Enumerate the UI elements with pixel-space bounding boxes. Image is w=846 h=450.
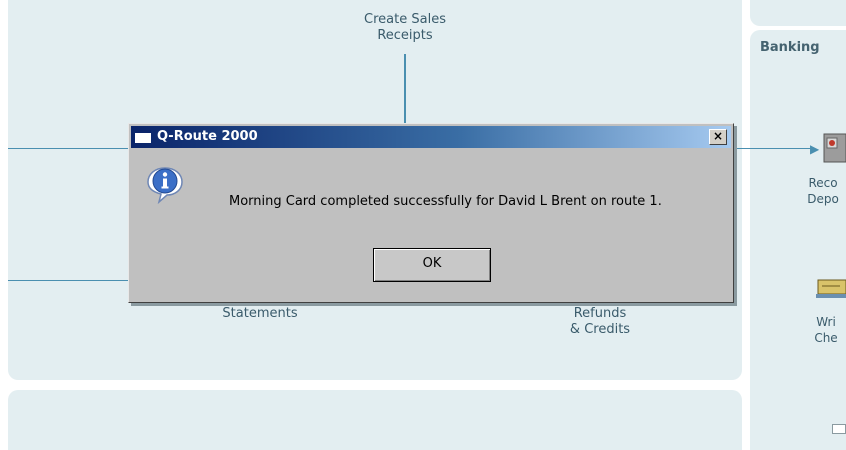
flow-line-to-banking bbox=[734, 148, 814, 149]
ok-button[interactable]: OK bbox=[373, 248, 491, 282]
flow-line-left-top bbox=[8, 148, 130, 149]
statements-label: Statements bbox=[222, 306, 298, 321]
create-sales-receipts-label-2: Receipts bbox=[377, 28, 433, 43]
dialog-title: Q-Route 2000 bbox=[157, 129, 258, 144]
create-sales-receipts-link[interactable]: Create Sales Receipts bbox=[340, 12, 470, 44]
write-checks-label-1: Wri bbox=[816, 315, 836, 329]
window-icon bbox=[135, 130, 151, 143]
banking-title: Banking bbox=[760, 40, 820, 55]
banking-panel bbox=[750, 30, 846, 450]
flow-line-vertical bbox=[404, 54, 406, 124]
right-top-panel bbox=[750, 0, 846, 26]
flow-line-left-bottom bbox=[8, 280, 130, 281]
refunds-label-2: & Credits bbox=[569, 322, 631, 337]
dialog-title-bar[interactable]: Q-Route 2000 × bbox=[131, 126, 731, 148]
write-checks-icon[interactable] bbox=[816, 276, 846, 300]
info-icon bbox=[145, 164, 185, 205]
write-checks-link[interactable]: Wri Che bbox=[806, 314, 846, 346]
checkbox[interactable] bbox=[832, 424, 846, 434]
refunds-credits-link[interactable]: Refunds & Credits bbox=[540, 306, 660, 338]
arrow-right-icon: ▶ bbox=[810, 142, 820, 156]
record-deposits-label-2: Depo bbox=[807, 192, 839, 206]
message-dialog: Q-Route 2000 × Morning Card completed su… bbox=[128, 123, 734, 303]
dialog-message: Morning Card completed successfully for … bbox=[229, 194, 662, 209]
lower-panel bbox=[8, 390, 742, 450]
write-checks-label-2: Che bbox=[814, 331, 838, 345]
record-deposits-icon[interactable] bbox=[822, 130, 846, 164]
record-deposits-label-1: Reco bbox=[808, 176, 838, 190]
close-button[interactable]: × bbox=[709, 129, 727, 145]
record-deposits-link[interactable]: Reco Depo bbox=[800, 175, 846, 207]
refunds-label-1: Refunds bbox=[573, 306, 627, 321]
create-sales-receipts-label-1: Create Sales bbox=[364, 12, 446, 27]
statements-link[interactable]: Statements bbox=[200, 306, 320, 322]
